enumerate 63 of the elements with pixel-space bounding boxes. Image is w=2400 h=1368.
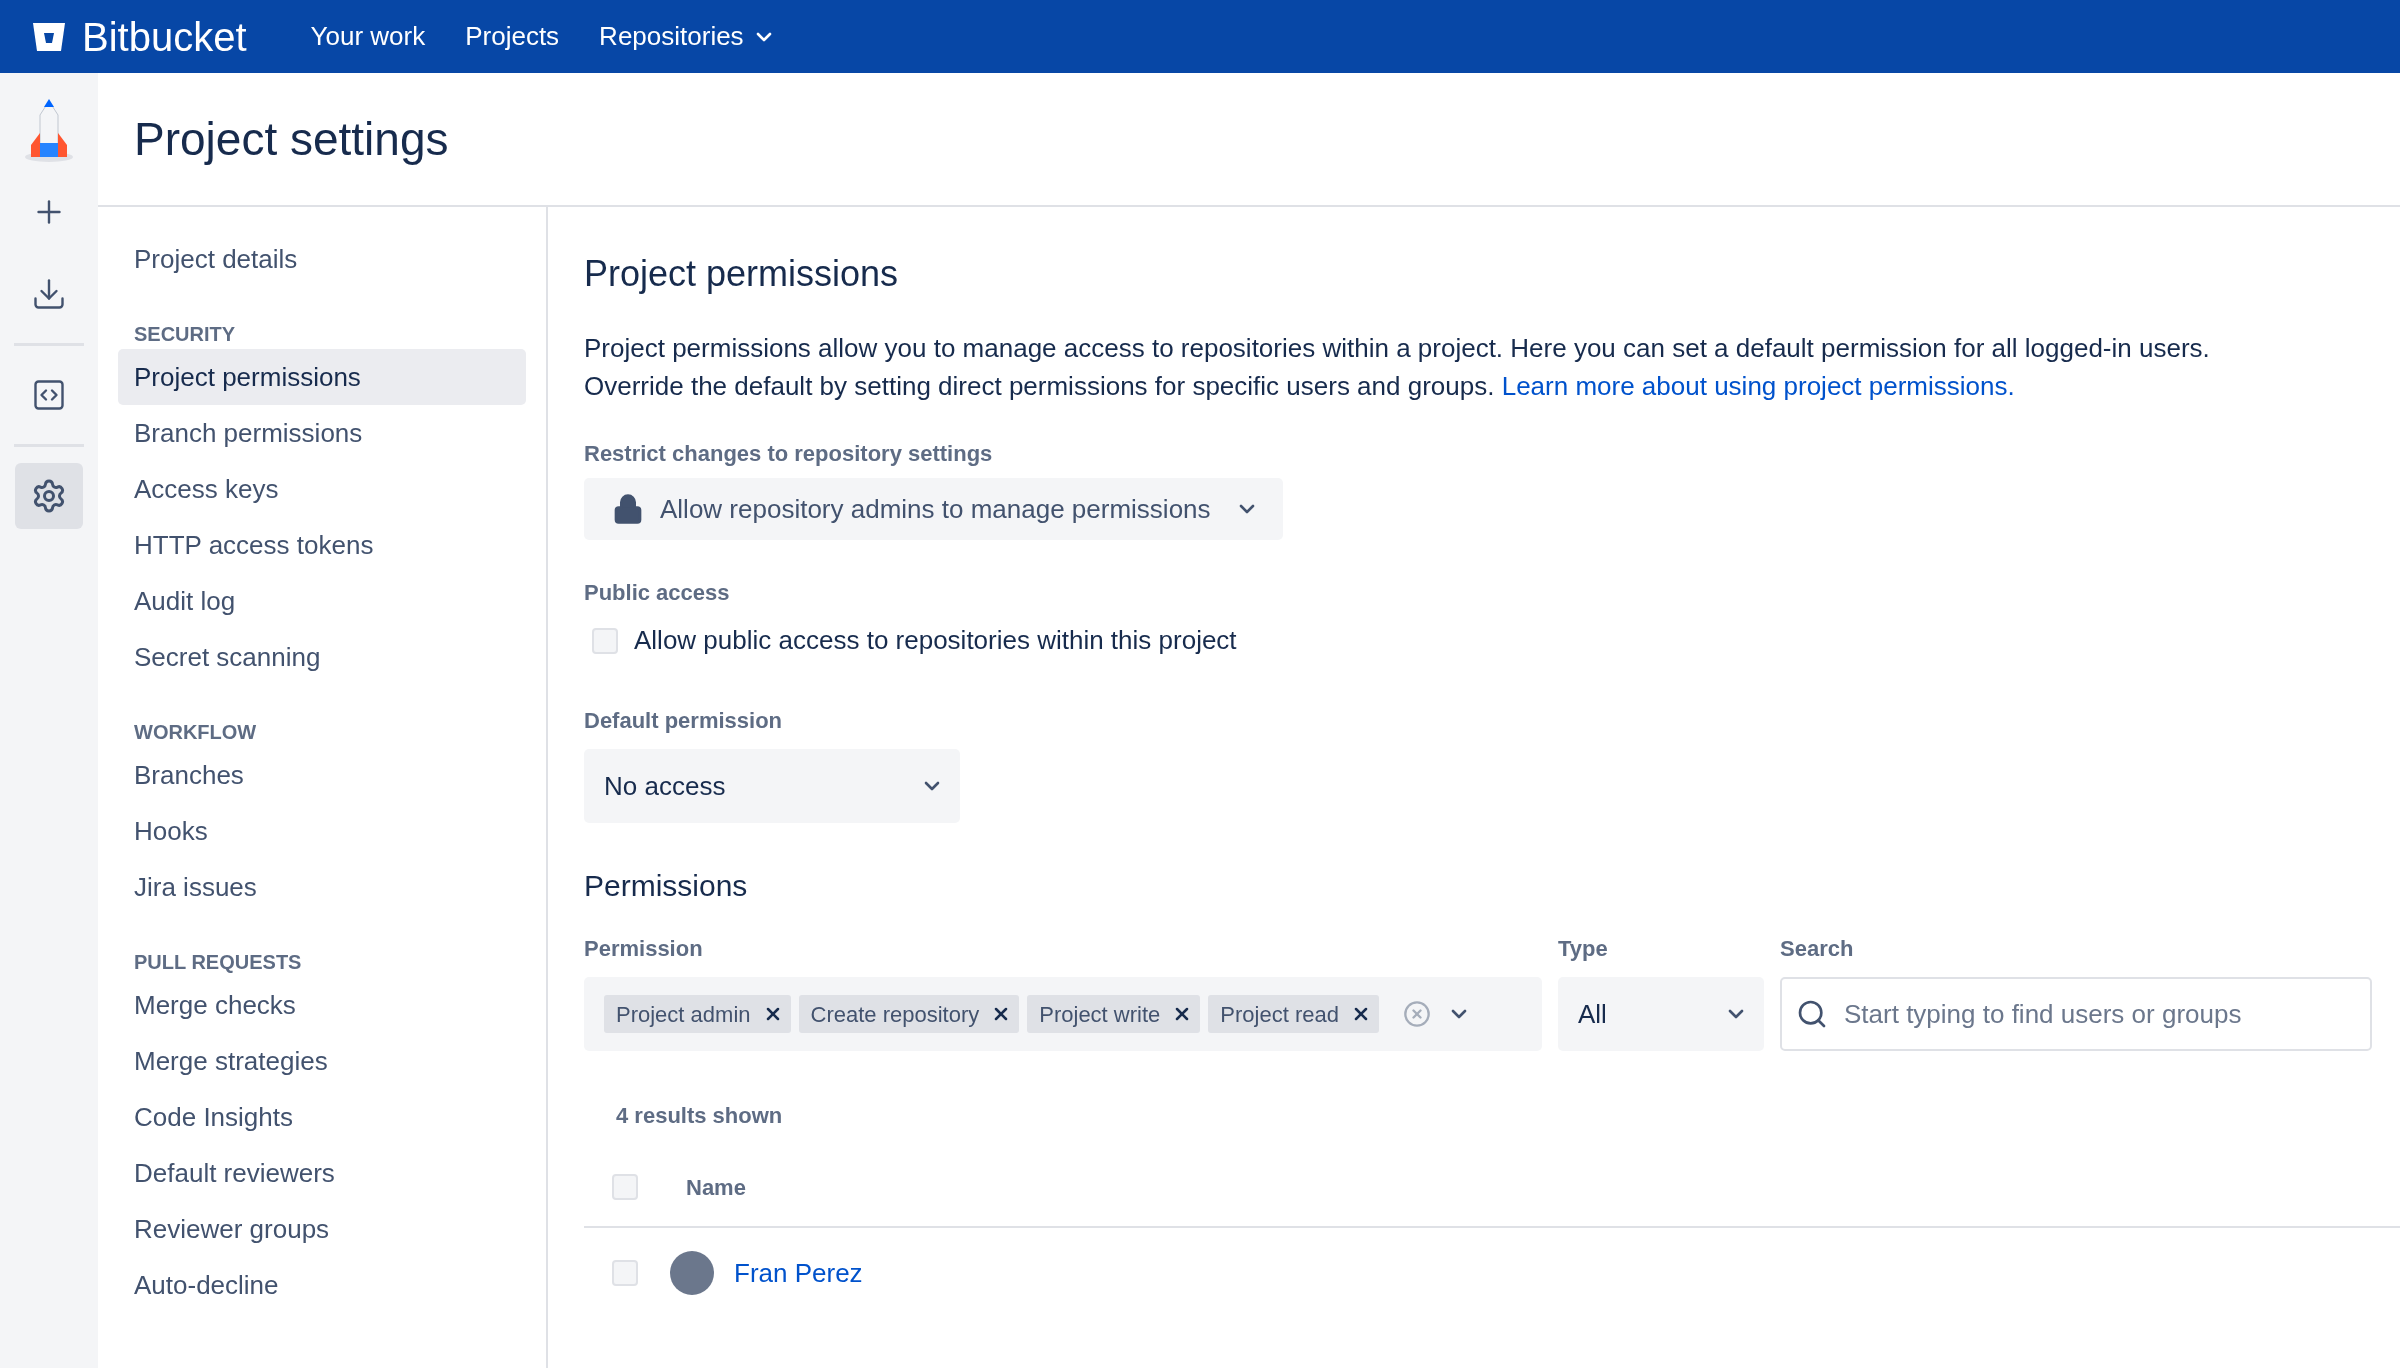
section-heading: WORKFLOW xyxy=(133,720,258,745)
caret-icon xyxy=(1450,1009,1467,1019)
nav-link[interactable]: Projects xyxy=(465,17,560,56)
permission-tag: Project write xyxy=(1027,995,1201,1033)
field-label: Default permission xyxy=(584,707,784,735)
sidebar-item[interactable]: Secret scanning xyxy=(118,629,526,685)
sidebar-item[interactable]: HTTP access tokens xyxy=(118,517,526,573)
caret-icon xyxy=(1728,1009,1744,1019)
lock-icon xyxy=(612,493,644,525)
field-label: Permission xyxy=(584,935,704,963)
rail-button[interactable] xyxy=(15,463,83,529)
bucket-logo-icon xyxy=(32,20,66,53)
sidebar-item[interactable]: Auto-decline xyxy=(118,1257,526,1313)
sidebar-item[interactable]: Project details xyxy=(118,231,526,287)
sidebar-item[interactable]: Branch permissions xyxy=(118,405,526,461)
caret-icon xyxy=(755,31,772,42)
permission-tag: Create repository xyxy=(798,995,1020,1033)
user-avatar xyxy=(670,1251,714,1295)
sidebar-item[interactable]: Merge strategies xyxy=(118,1033,526,1089)
search-icon xyxy=(1796,998,1828,1030)
checkbox[interactable] xyxy=(592,627,618,654)
column-header: Name xyxy=(686,1173,746,1202)
sidebar-item[interactable]: Jira issues xyxy=(118,859,526,915)
results-count: 4 results shown xyxy=(616,1102,784,1130)
settings-icon xyxy=(31,478,67,514)
field-label: Public access xyxy=(584,579,731,607)
section-heading: PULL REQUESTS xyxy=(133,950,303,975)
description: Project permissions allow you to manage access to repositories within a project. Here you can set a default permission for all logged-in users. Override the default by setting direct permissions for specific users and groups. Learn more about using project permissions. xyxy=(584,332,2211,403)
nav-link[interactable]: Your work xyxy=(310,17,426,56)
checkbox[interactable] xyxy=(612,1174,638,1200)
restrict-dropdown[interactable]: Allow repository admins to manage permissions xyxy=(584,478,1283,540)
field-label: Restrict changes to repository settings xyxy=(584,440,994,468)
checkbox-label: Allow public access to repositories within this project xyxy=(634,624,1237,657)
sidebar-item[interactable]: Project permissions xyxy=(118,349,526,405)
section-title: Project permissions xyxy=(584,252,900,296)
caret-icon xyxy=(924,781,940,791)
sidebar-item[interactable]: Hooks xyxy=(118,803,526,859)
field-label: Type xyxy=(1558,935,1609,963)
search-field[interactable]: Start typing to find users or groups xyxy=(1780,977,2372,1051)
brand-name: Bitbucket xyxy=(82,13,247,61)
section-heading: SECURITY xyxy=(133,322,237,347)
permission-tag: Project read xyxy=(1208,995,1379,1033)
user-name-link[interactable]: Fran Perez xyxy=(734,1253,863,1293)
code-icon xyxy=(31,377,67,413)
nav-link[interactable]: Repositories xyxy=(599,17,772,56)
type-select[interactable]: All xyxy=(1558,977,1764,1051)
permissions-title: Permissions xyxy=(584,868,749,904)
sidebar-item[interactable]: Default reviewers xyxy=(118,1145,526,1201)
field-label: Search xyxy=(1780,935,1855,963)
learn-more-link[interactable]: Learn more about using project permissions. xyxy=(1501,371,2015,401)
checkbox[interactable] xyxy=(612,1260,638,1286)
default-permission-select[interactable]: No access xyxy=(584,749,960,823)
download-icon xyxy=(31,276,67,312)
sidebar-item[interactable]: Access keys xyxy=(118,461,526,517)
permission-multi-select[interactable]: Project admin Create repository Project write Project read xyxy=(584,977,1542,1051)
sidebar-item[interactable]: Branches xyxy=(118,747,526,803)
sidebar-item[interactable]: Reviewer groups xyxy=(118,1201,526,1257)
sidebar-item[interactable]: Merge checks xyxy=(118,977,526,1033)
permission-tag: Project admin xyxy=(604,995,791,1033)
sidebar-item[interactable]: Code Insights xyxy=(118,1089,526,1145)
page-title: Project settings xyxy=(134,111,449,167)
caret-icon xyxy=(1238,504,1255,514)
sidebar-item[interactable]: Audit log xyxy=(118,573,526,629)
